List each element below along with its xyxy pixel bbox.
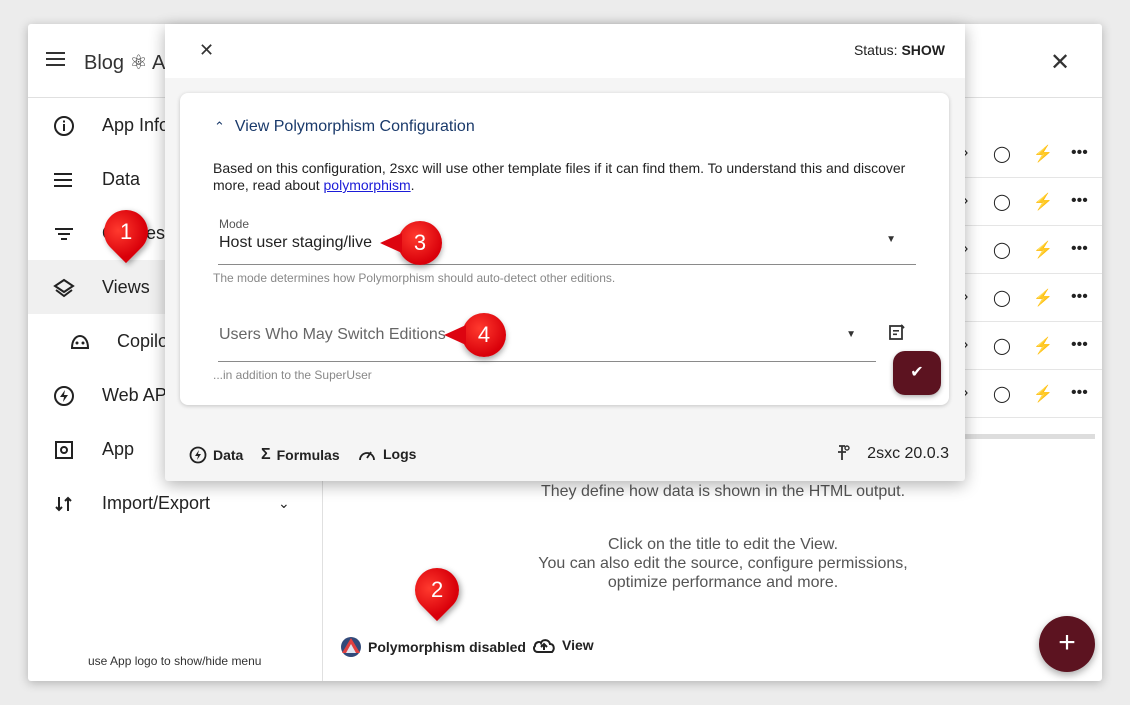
data-button[interactable]: Data xyxy=(189,446,243,464)
sidebar-item-label: Data xyxy=(102,168,141,189)
callout-marker-3: 3 xyxy=(380,221,442,265)
dropdown-arrow-icon: ▼ xyxy=(846,329,856,340)
bolt-icon[interactable]: ⚡ xyxy=(1033,192,1053,212)
data-label: Data xyxy=(213,447,244,463)
logs-button[interactable]: Logs xyxy=(357,446,416,462)
view-label: View xyxy=(562,637,594,653)
person-icon[interactable]: ◯ xyxy=(993,144,1011,164)
dropdown-arrow-icon: ▼ xyxy=(886,234,896,245)
section-title: View Polymorphism Configuration xyxy=(234,118,475,135)
save-button[interactable]: ✔ xyxy=(893,351,941,395)
section-toggle[interactable]: ⌃ View Polymorphism Configuration xyxy=(214,118,475,136)
layers-icon xyxy=(52,276,76,300)
formulas-label: Formulas xyxy=(276,447,340,463)
empty-state-hint: Click on the title to edit the View. xyxy=(607,536,839,553)
more-icon[interactable]: ••• xyxy=(1071,240,1088,258)
bolt-icon[interactable]: ⚡ xyxy=(1033,144,1053,164)
table-row[interactable]: › ◯ ⚡ ••• xyxy=(953,226,1102,274)
pin-icon[interactable] xyxy=(835,444,851,467)
person-icon[interactable]: ◯ xyxy=(993,240,1011,260)
cloud-upload-icon xyxy=(533,639,555,653)
polymorphism-button[interactable]: Polymorphism disabled xyxy=(340,636,526,658)
bolt-icon xyxy=(52,384,76,408)
table-row[interactable]: › ◯ ⚡ ••• xyxy=(953,322,1102,370)
description-suffix: . xyxy=(410,177,415,193)
horizontal-scrollbar[interactable] xyxy=(953,434,1095,439)
bolt-icon[interactable]: ⚡ xyxy=(1033,288,1053,308)
add-button[interactable]: + xyxy=(1039,616,1095,672)
description-text: Based on this configuration, 2sxc will u… xyxy=(213,160,906,193)
config-card: ⌃ View Polymorphism Configuration Based … xyxy=(180,93,949,405)
table-row[interactable]: › ◯ ⚡ ••• xyxy=(953,178,1102,226)
status-value: SHOW xyxy=(901,42,945,58)
dialog-footer: Data Σ Formulas Logs 2sxc 20.0.3 xyxy=(165,429,965,481)
more-icon[interactable]: ••• xyxy=(1071,336,1088,354)
status-indicator: Status: SHOW xyxy=(854,42,945,58)
polymorphism-dialog: ✕ Status: SHOW ⌃ View Polymorphism Confi… xyxy=(165,24,965,481)
version-label: 2sxc 20.0.3 xyxy=(867,445,949,462)
formulas-button[interactable]: Σ Formulas xyxy=(261,446,340,464)
import-export-icon xyxy=(52,492,76,516)
empty-state-text: They define how data is shown in the HTM… xyxy=(540,483,906,500)
sigma-icon: Σ xyxy=(261,446,271,463)
mode-label: Mode xyxy=(219,217,250,231)
table-row[interactable]: › ◯ ⚡ ••• xyxy=(953,130,1102,178)
callout-marker-4: 4 xyxy=(444,313,506,357)
sidebar-item-label: Web API xyxy=(102,384,172,405)
view-button[interactable]: View xyxy=(532,636,594,654)
table-row[interactable]: › ◯ ⚡ ••• xyxy=(953,274,1102,322)
mode-value: Host user staging/live xyxy=(219,234,372,251)
mode-select[interactable]: Mode Host user staging/live ▼ xyxy=(218,217,916,265)
chevron-down-icon[interactable]: ⌄ xyxy=(278,495,290,512)
sidebar-item-import-export[interactable]: Import/Export ⌄ xyxy=(28,476,323,530)
empty-state-hint-2: You can also edit the source, configure … xyxy=(538,555,908,591)
section-description: Based on this configuration, 2sxc will u… xyxy=(213,160,923,194)
mode-hint: The mode determines how Polymorphism sho… xyxy=(213,271,616,285)
users-select[interactable]: Users Who May Switch Editions ▼ xyxy=(218,315,876,362)
sidebar-item-label: App Info xyxy=(102,114,170,135)
sidebar-item-label: Views xyxy=(102,276,150,297)
person-icon[interactable]: ◯ xyxy=(993,384,1011,404)
more-icon[interactable]: ••• xyxy=(1071,288,1088,306)
logs-label: Logs xyxy=(383,446,417,462)
bolt-icon[interactable]: ⚡ xyxy=(1033,336,1053,356)
settings-box-icon xyxy=(52,438,76,462)
list-icon xyxy=(52,168,76,192)
person-icon[interactable]: ◯ xyxy=(993,288,1011,308)
table-row[interactable]: › ◯ ⚡ ••• xyxy=(953,370,1102,418)
marker-number: 2 xyxy=(430,577,444,602)
person-icon[interactable]: ◯ xyxy=(993,192,1011,212)
bolt-icon[interactable]: ⚡ xyxy=(1033,240,1053,260)
sidebar-item-label: Import/Export xyxy=(102,492,211,513)
polymorphism-link[interactable]: polymorphism xyxy=(324,177,411,193)
more-icon[interactable]: ••• xyxy=(1071,144,1088,162)
bolt-circle-icon xyxy=(189,446,207,464)
users-placeholder: Users Who May Switch Editions xyxy=(219,326,446,343)
polymorphism-icon xyxy=(341,637,361,657)
person-icon[interactable]: ◯ xyxy=(993,336,1011,356)
chevron-up-icon: ⌃ xyxy=(214,119,225,134)
marker-number: 1 xyxy=(119,219,133,244)
copilot-icon xyxy=(68,330,92,354)
sidebar-item-label: App xyxy=(102,438,135,459)
menu-icon[interactable] xyxy=(46,52,65,66)
status-label: Status: xyxy=(853,42,898,58)
check-icon: ✔ xyxy=(910,364,924,381)
edit-note-icon[interactable] xyxy=(888,323,906,346)
more-icon[interactable]: ••• xyxy=(1071,384,1088,402)
app-title: Blog ⚛ A xyxy=(84,52,166,74)
more-icon[interactable]: ••• xyxy=(1071,192,1088,210)
info-icon xyxy=(52,114,76,138)
speedometer-icon xyxy=(359,451,375,461)
close-icon[interactable]: ✕ xyxy=(1050,48,1070,77)
filter-icon xyxy=(52,222,76,246)
polymorphism-label: Polymorphism disabled xyxy=(368,639,526,655)
bolt-icon[interactable]: ⚡ xyxy=(1033,384,1053,404)
users-hint: ...in addition to the SuperUser xyxy=(213,368,372,382)
close-icon[interactable]: ✕ xyxy=(199,40,214,61)
sidebar-footer-hint: use App logo to show/hide menu xyxy=(88,654,262,668)
dialog-header: ✕ Status: SHOW xyxy=(165,24,965,78)
